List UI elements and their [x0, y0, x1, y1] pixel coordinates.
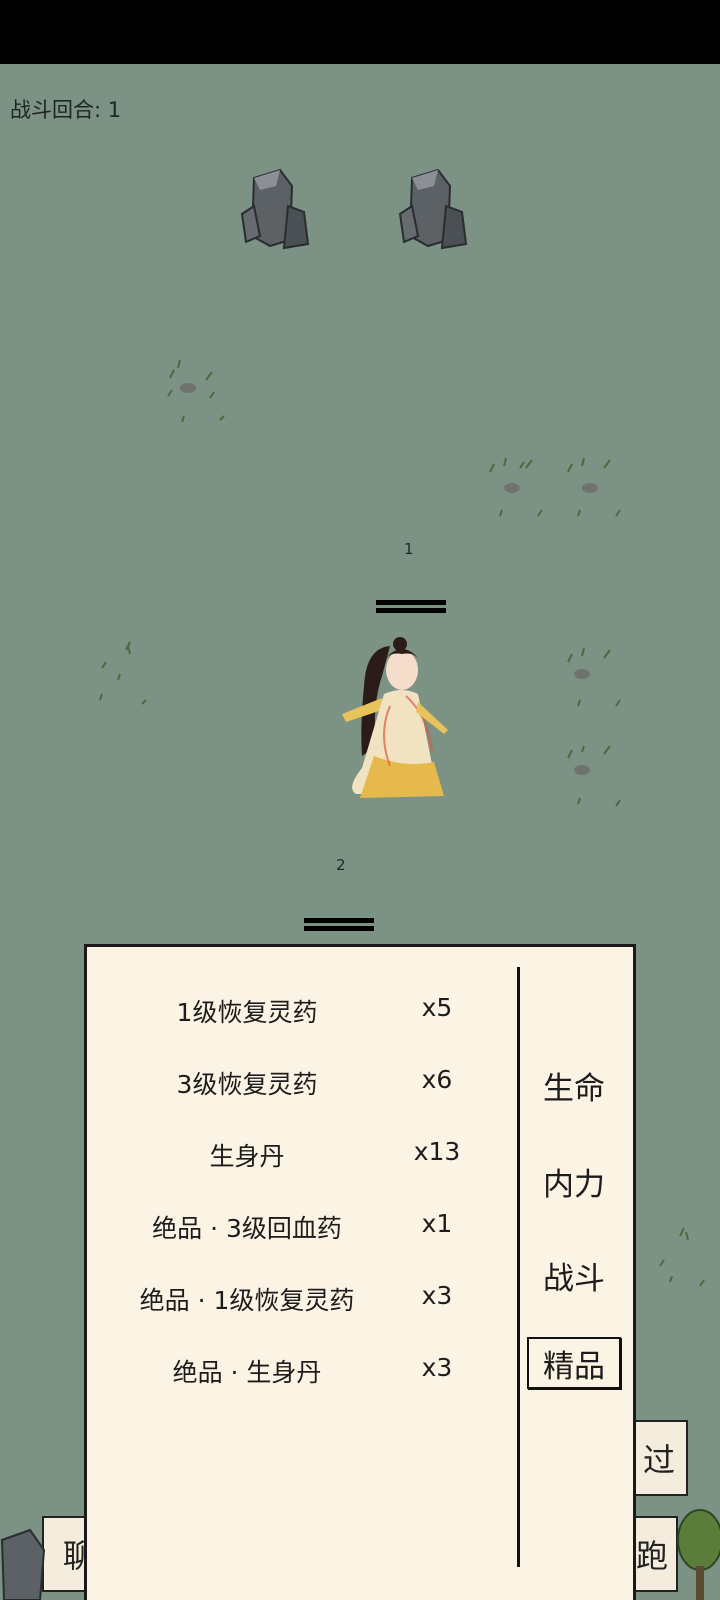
tree-icon: [677, 1509, 720, 1600]
item-row[interactable]: 绝品 · 1级恢复灵药 x3: [87, 1281, 517, 1321]
item-name: 1级恢复灵药: [176, 998, 318, 1027]
item-row[interactable]: 绝品 · 3级回血药 x1: [87, 1209, 517, 1249]
item-count: x1: [421, 1209, 453, 1238]
grass-tuft-icon: [567, 746, 621, 807]
grass-tuft-icon: [659, 1227, 705, 1287]
tab-premium[interactable]: 精品: [527, 1337, 621, 1389]
item-row[interactable]: 生身丹 x13: [87, 1137, 517, 1177]
item-row[interactable]: 3级恢复灵药 x6: [87, 1065, 517, 1105]
character-sprite[interactable]: [334, 636, 452, 804]
item-name: 3级恢复灵药: [176, 1070, 318, 1099]
grass-tuft-icon: [167, 359, 225, 423]
item-name: 绝品 · 生身丹: [172, 1358, 322, 1387]
item-name: 生身丹: [209, 1142, 285, 1171]
item-name: 绝品 · 3级回血药: [152, 1214, 342, 1243]
status-bar: [0, 0, 720, 64]
rock-icon: [240, 168, 310, 250]
position-marker-2: 2: [336, 856, 346, 874]
tab-combat[interactable]: 战斗: [525, 1249, 623, 1301]
grass-tuft-icon: [99, 641, 147, 705]
tab-life[interactable]: 生命: [525, 1059, 623, 1111]
item-count: x6: [421, 1065, 453, 1094]
item-count: x3: [421, 1281, 453, 1310]
grass-tuft-icon: [489, 457, 543, 517]
rock-icon: [398, 168, 468, 250]
item-panel: 1级恢复灵药 x5 3级恢复灵药 x6 生身丹 x13 绝品 · 3级回血药 x…: [84, 944, 636, 1600]
item-count: x5: [421, 993, 453, 1022]
item-name: 绝品 · 1级恢复灵药: [139, 1286, 355, 1315]
grass-tuft-icon: [567, 647, 621, 707]
panel-divider: [517, 967, 520, 1567]
health-bar: [376, 600, 446, 614]
item-row[interactable]: 1级恢复灵药 x5: [87, 993, 517, 1033]
position-marker-1: 1: [404, 540, 414, 558]
item-row[interactable]: 绝品 · 生身丹 x3: [87, 1353, 517, 1393]
battle-round-label: 战斗回合: 1: [10, 98, 122, 122]
item-count: x13: [413, 1137, 461, 1166]
tab-internal-power[interactable]: 内力: [525, 1155, 623, 1207]
health-bar: [304, 918, 374, 932]
item-count: x3: [421, 1353, 453, 1382]
rock-icon: [0, 1528, 46, 1600]
grass-tuft-icon: [567, 457, 621, 517]
